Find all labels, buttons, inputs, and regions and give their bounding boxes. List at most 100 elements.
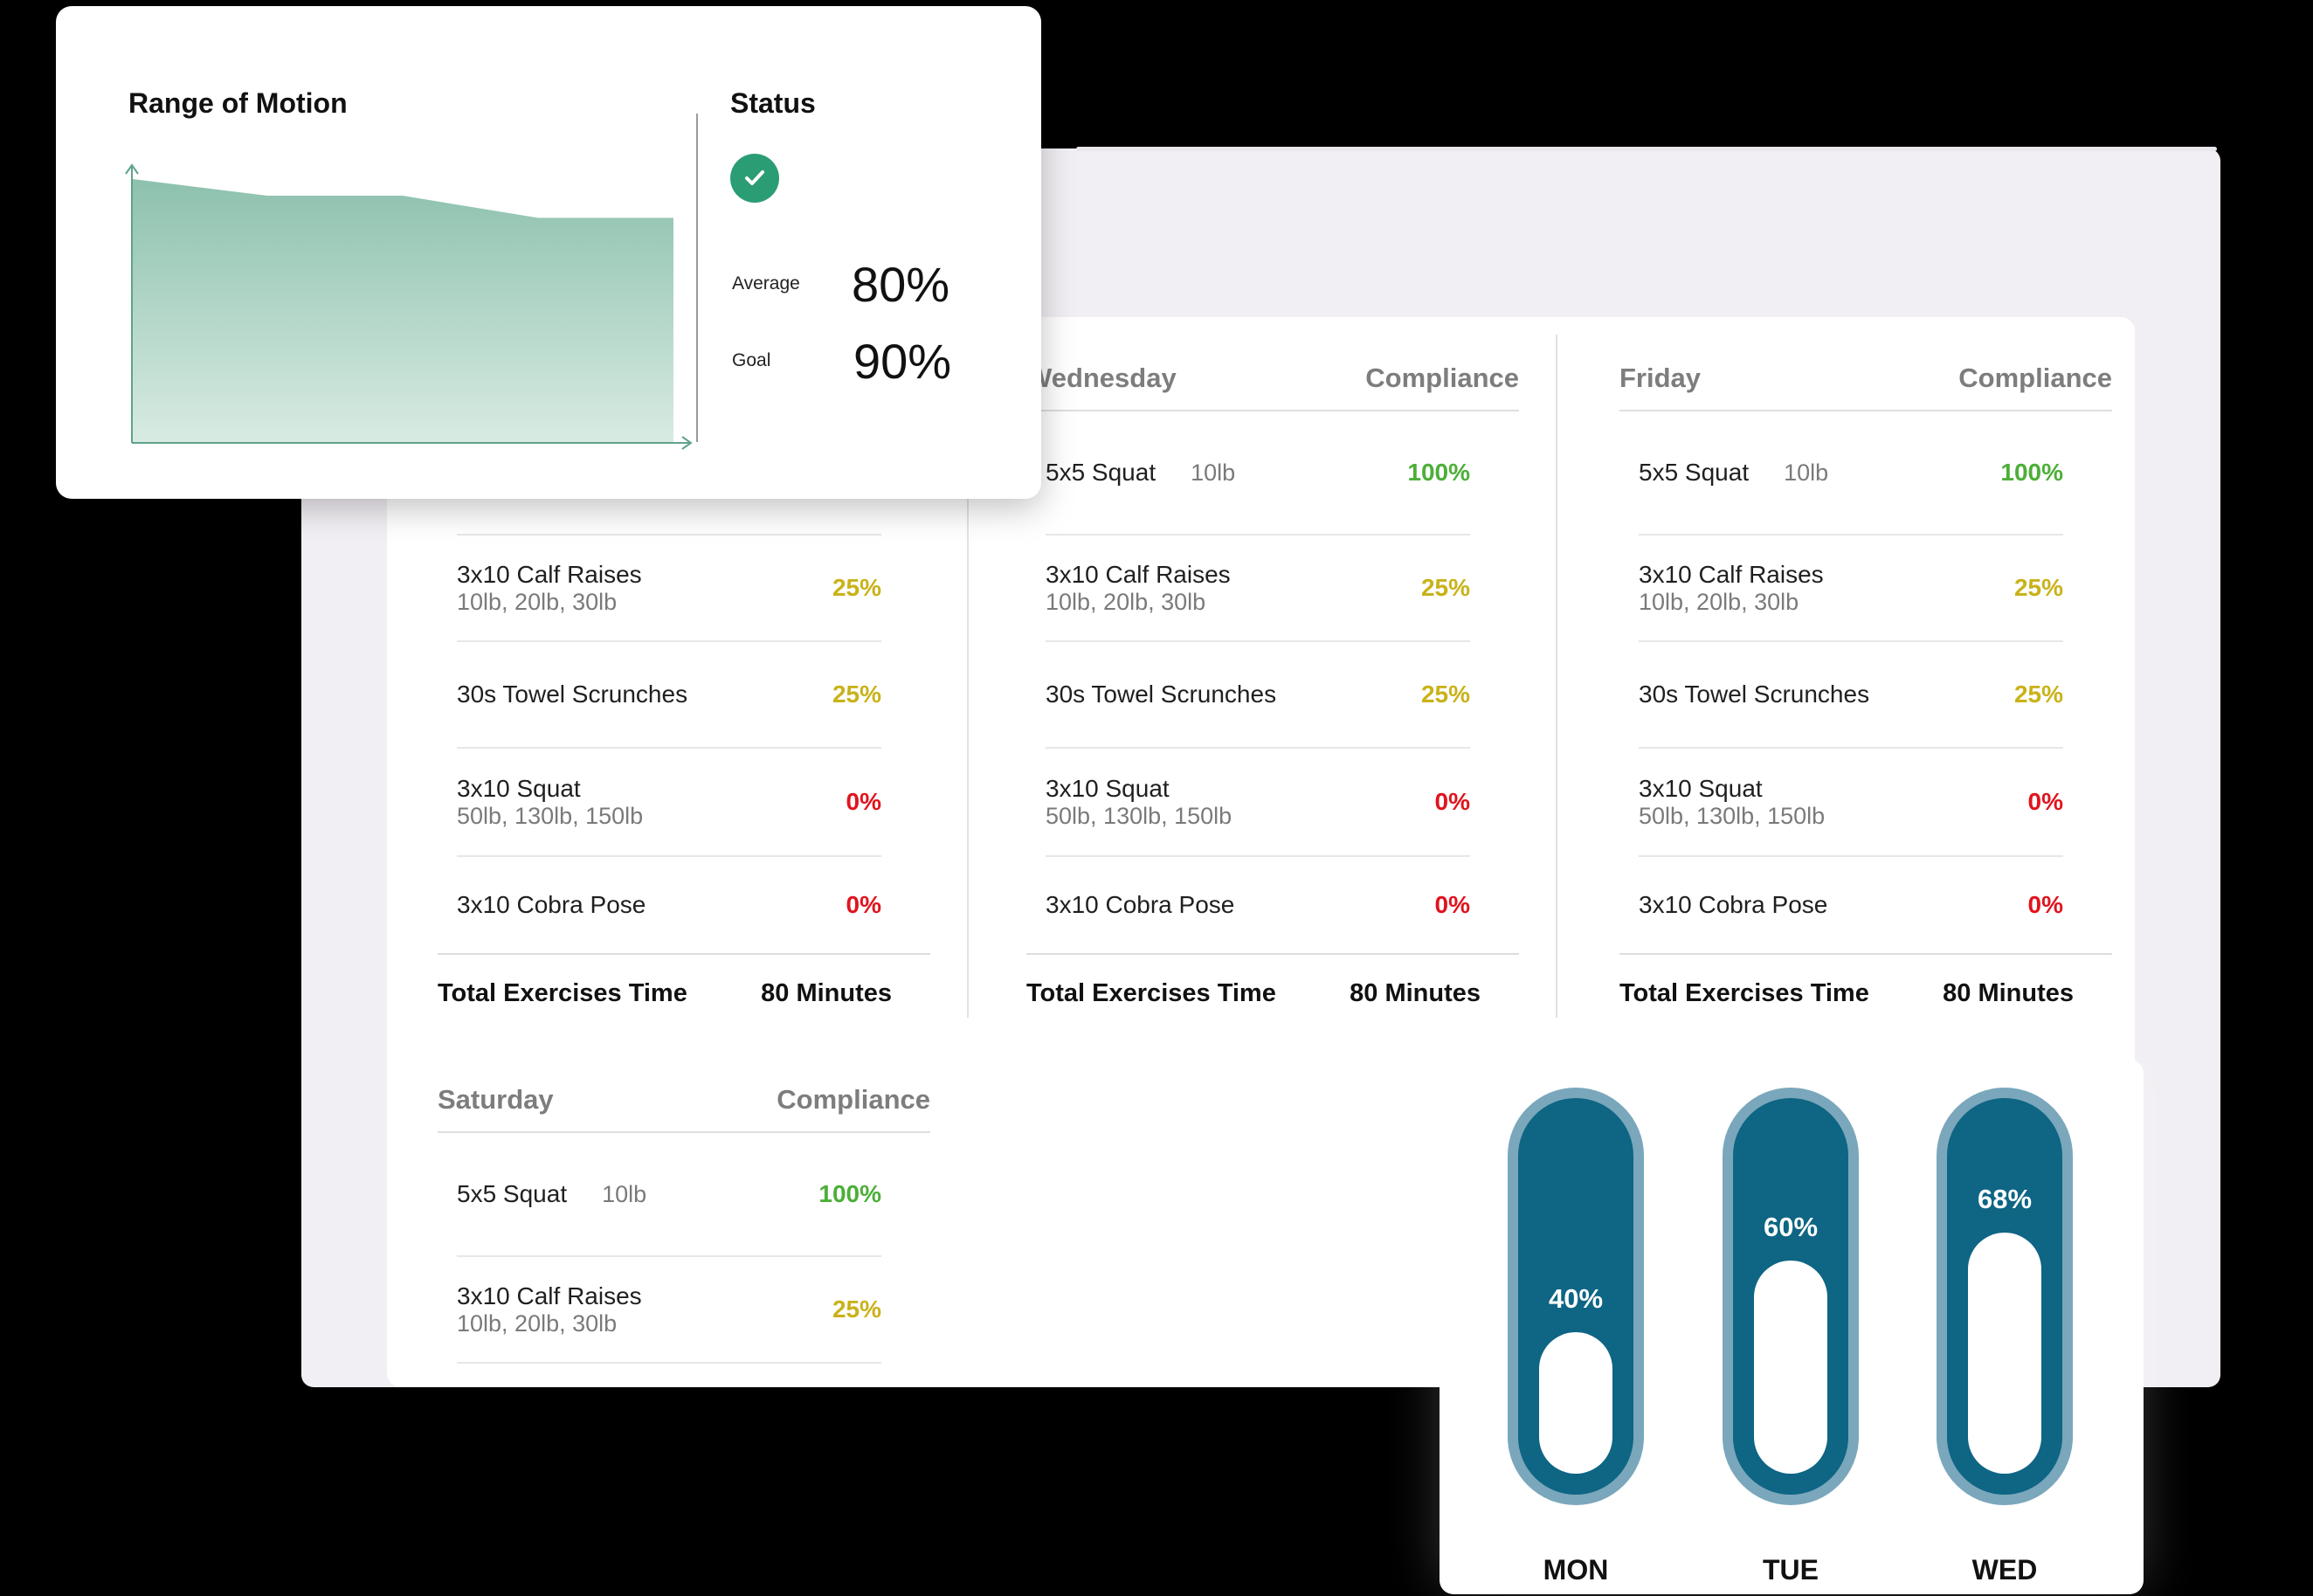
compliance-header: Compliance (1958, 363, 2112, 393)
compliance-value: 0% (1434, 891, 1470, 918)
compliance-value: 25% (832, 1295, 881, 1323)
list-item[interactable]: 30s Towel Scrunches 25% (1639, 642, 2063, 749)
exercise-weight: 10lb (1784, 459, 1829, 486)
exercise-name: 30s Towel Scrunches (457, 681, 688, 708)
exercise-weight: 10lb, 20lb, 30lb (1046, 588, 1206, 615)
day-header: Wednesday Compliance (1026, 347, 1519, 411)
pill-value: 40% (1548, 1283, 1604, 1314)
list-item[interactable]: 3x10 Cobra Pose 0% (457, 857, 881, 953)
exercise-name: 5x5 Squat (457, 1180, 568, 1207)
goal-label: Goal (732, 350, 771, 370)
check-circle-icon (730, 154, 779, 203)
exercise-name: 3x10 Squat (1639, 774, 1763, 802)
compliance-value: 100% (818, 1180, 881, 1207)
exercise-weight: 50lb, 130lb, 150lb (1639, 802, 1826, 829)
exercise-name: 3x10 Squat (457, 774, 581, 802)
exercise-name: 3x10 Calf Raises (457, 1282, 642, 1309)
pill-day-label: TUE (1763, 1554, 1819, 1586)
exercise-weight: 50lb, 130lb, 150lb (457, 802, 644, 829)
compliance-header: Compliance (1365, 363, 1519, 393)
pill-outer: 60% (1723, 1088, 1859, 1505)
compliance-value: 25% (832, 681, 881, 708)
exercise-name: 3x10 Calf Raises (1046, 560, 1231, 588)
compliance-value: 25% (1420, 574, 1470, 601)
pill-day-label: WED (1971, 1554, 2038, 1586)
day-title: Wednesday (1026, 363, 1177, 393)
background-panel-edge (1076, 147, 2217, 151)
exercise-name: 3x10 Cobra Pose (1639, 891, 1828, 918)
weekly-progress-card: 40% MON 60% TUE 68% WED (1440, 1060, 2144, 1594)
list-item[interactable]: 3x10 Squat 50lb, 130lb, 150lb 0% (1639, 749, 2063, 857)
total-value: 80 Minutes (1350, 978, 1481, 1007)
exercise-weight: 10lb, 20lb, 30lb (457, 1309, 618, 1337)
compliance-value: 0% (2027, 891, 2063, 918)
range-of-motion-chart (125, 163, 693, 450)
list-item[interactable]: 5x5 Squat 10lb 100% (1046, 411, 1470, 535)
pill-inner: 40% (1518, 1098, 1633, 1495)
pill-bar-mon: 40% MON (1508, 1088, 1644, 1586)
compliance-value: 0% (2027, 788, 2063, 815)
exercise-name: 30s Towel Scrunches (1639, 681, 1870, 708)
list-item[interactable]: 30s Towel Scrunches 25% (457, 642, 881, 749)
list-item[interactable]: 3x10 Cobra Pose 0% (1639, 857, 2063, 953)
day-title: Friday (1619, 363, 1702, 393)
exercise-weight: 10lb, 20lb, 30lb (457, 588, 618, 615)
range-of-motion-card: Range of Motion Status Average 80% Goal … (56, 6, 1041, 499)
pill-value: 60% (1763, 1212, 1819, 1242)
exercise-name: 3x10 Squat (1046, 774, 1170, 802)
status-title: Status (730, 87, 816, 119)
list-item[interactable]: 3x10 Calf Raises 10lb, 20lb, 30lb 25% (1046, 535, 1470, 642)
column-divider (1556, 335, 1557, 1018)
compliance-value: 25% (1420, 681, 1470, 708)
compliance-value: 100% (1407, 459, 1470, 486)
day-header: Friday Compliance (1619, 347, 2112, 411)
exercise-name: 5x5 Squat (1639, 459, 1750, 486)
total-value: 80 Minutes (761, 978, 892, 1007)
list-item[interactable]: 3x10 Cobra Pose 0% (1046, 857, 1470, 953)
average-value: 80% (852, 257, 950, 312)
list-item[interactable]: 5x5 Squat 10lb 100% (1639, 411, 2063, 535)
pill-inner: 60% (1733, 1098, 1848, 1495)
total-value: 80 Minutes (1943, 978, 2074, 1007)
pill-bar-tue: 60% TUE (1723, 1088, 1859, 1586)
total-exercises-time: Total Exercises Time 80 Minutes (1619, 953, 2112, 1032)
compliance-value: 25% (2013, 574, 2063, 601)
day-column-friday: Friday Compliance 5x5 Squat 10lb 100% 3x1… (1619, 347, 2112, 1032)
exercise-weight: 10lb, 20lb, 30lb (1639, 588, 1799, 615)
list-item[interactable]: 3x10 Calf Raises 10lb, 20lb, 30lb 25% (1639, 535, 2063, 642)
average-label: Average (732, 273, 800, 294)
chart-area (132, 178, 673, 443)
day-header: Saturday Compliance (438, 1068, 930, 1133)
total-label: Total Exercises Time (438, 978, 687, 1007)
compliance-value: 25% (2013, 681, 2063, 708)
list-item[interactable]: 3x10 Calf Raises 10lb, 20lb, 30lb 25% (457, 1257, 881, 1364)
goal-value: 90% (853, 334, 952, 389)
compliance-value: 0% (1434, 788, 1470, 815)
compliance-value: 0% (846, 891, 881, 918)
list-item[interactable]: 3x10 Squat 50lb, 130lb, 150lb 0% (1046, 749, 1470, 857)
pill-fill (1968, 1233, 2041, 1474)
list-item[interactable]: 3x10 Squat 50lb, 130lb, 150lb 0% (457, 749, 881, 857)
card-divider (696, 114, 698, 442)
pill-value: 68% (1977, 1184, 2033, 1214)
pill-outer: 40% (1508, 1088, 1644, 1505)
list-item[interactable]: 3x10 Calf Raises 10lb, 20lb, 30lb 25% (457, 535, 881, 642)
pill-fill (1754, 1261, 1827, 1474)
exercise-name: 3x10 Cobra Pose (457, 891, 646, 918)
exercise-weight: 10lb (1191, 459, 1236, 486)
total-label: Total Exercises Time (1619, 978, 1869, 1007)
exercise-name: 30s Towel Scrunches (1046, 681, 1277, 708)
exercise-name: 3x10 Calf Raises (457, 560, 642, 588)
pill-bar-wed: 68% WED (1937, 1088, 2073, 1586)
exercise-name: 3x10 Calf Raises (1639, 560, 1824, 588)
pill-outer: 68% (1937, 1088, 2073, 1505)
compliance-value: 0% (846, 788, 881, 815)
list-item[interactable]: 5x5 Squat 10lb 100% (457, 1133, 881, 1257)
compliance-value: 100% (2000, 459, 2063, 486)
pill-fill (1539, 1332, 1612, 1474)
total-exercises-time: Total Exercises Time 80 Minutes (438, 953, 930, 1032)
list-item[interactable]: 30s Towel Scrunches 25% (1046, 642, 1470, 749)
day-column-wednesday: Wednesday Compliance 5x5 Squat 10lb 100% … (1026, 347, 1519, 1032)
day-title: Saturday (438, 1084, 554, 1115)
total-exercises-time: Total Exercises Time 80 Minutes (1026, 953, 1519, 1032)
